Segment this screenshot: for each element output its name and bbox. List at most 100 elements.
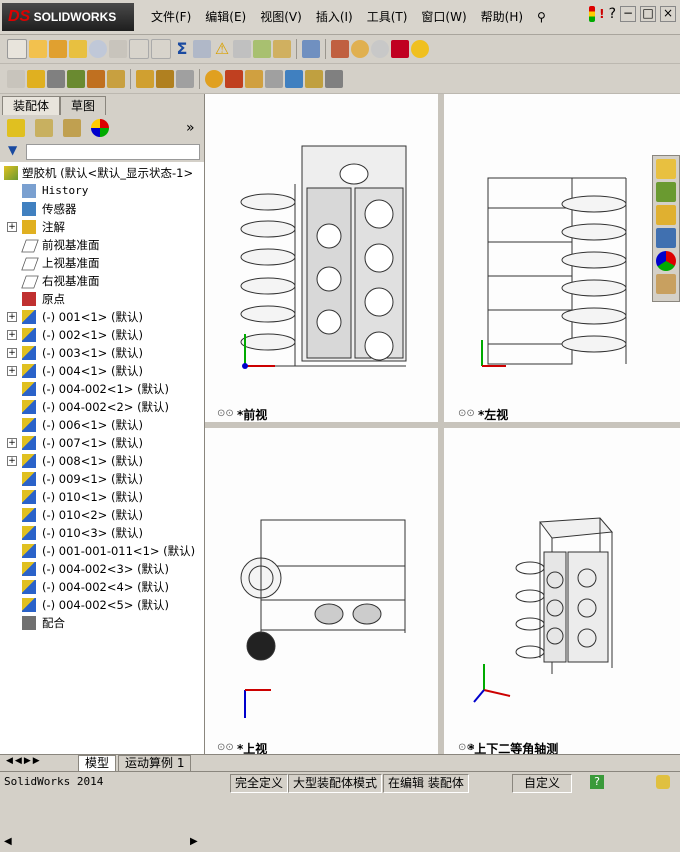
expand-icon[interactable]: + — [7, 456, 17, 466]
units-button[interactable]: 自定义 — [512, 774, 572, 793]
expand-icon[interactable]: + — [7, 348, 17, 358]
confirm-icon[interactable] — [371, 39, 389, 58]
feature-manager-icon[interactable] — [7, 119, 25, 137]
file-explorer-icon[interactable] — [656, 228, 676, 248]
tree-root[interactable]: 塑胶机 (默认<默认_显示状态-1> — [0, 164, 204, 182]
tree-item[interactable]: + (-) 001<1> (默认) — [0, 308, 204, 326]
move-component-icon[interactable] — [107, 69, 125, 88]
chevron-right-icon[interactable]: » — [186, 120, 195, 136]
checkbox-icon[interactable] — [129, 38, 149, 59]
tree-item[interactable]: (-) 004-002<4> (默认) — [0, 578, 204, 596]
tab-motion-study[interactable]: 运动算例 1 — [118, 755, 192, 772]
scroll-right-icon[interactable]: ▶ — [190, 836, 198, 847]
lock-icon[interactable] — [109, 39, 127, 58]
expand-icon[interactable]: + — [7, 222, 17, 232]
tree-item[interactable]: 传感器 — [0, 200, 204, 218]
appearances-icon[interactable] — [656, 251, 676, 271]
close-button[interactable]: × — [660, 6, 676, 22]
measure-icon[interactable] — [89, 39, 107, 58]
tree-item[interactable]: + (-) 008<1> (默认) — [0, 452, 204, 470]
expand-icon[interactable]: + — [7, 438, 17, 448]
rebuild-icon[interactable] — [656, 775, 670, 789]
tab-sketch[interactable]: 草图 — [60, 96, 107, 115]
smart-fasteners-icon[interactable] — [87, 69, 105, 88]
sensor-icon[interactable] — [273, 39, 291, 58]
tree-item[interactable]: 前视基准面 — [0, 236, 204, 254]
restore-button[interactable]: □ — [640, 6, 656, 22]
tree-item[interactable]: 配合 — [0, 614, 204, 632]
snapshot-icon[interactable] — [325, 69, 343, 88]
warning-icon[interactable]: ⚠ — [213, 39, 231, 58]
tree-item[interactable]: + (-) 004<1> (默认) — [0, 362, 204, 380]
spellcheck-icon[interactable] — [7, 38, 27, 59]
tree-item[interactable]: 上视基准面 — [0, 254, 204, 272]
minimize-button[interactable]: − — [620, 6, 636, 22]
menu-view[interactable]: 视图(V) — [253, 0, 309, 34]
insert-component-icon[interactable] — [7, 69, 25, 88]
resources-icon[interactable] — [656, 182, 676, 202]
tree-item[interactable]: + (-) 003<1> (默认) — [0, 344, 204, 362]
viewport-front[interactable]: ⊙⊙ *前视 — [205, 94, 438, 422]
property-manager-icon[interactable] — [35, 119, 53, 137]
alert-icon[interactable]: ! — [599, 7, 604, 21]
menu-window[interactable]: 窗口(W) — [414, 0, 473, 34]
tree-item[interactable]: (-) 004-002<1> (默认) — [0, 380, 204, 398]
format-painter-icon[interactable] — [29, 39, 47, 58]
help-icon[interactable]: ? — [590, 775, 604, 789]
tree-item[interactable]: (-) 006<1> (默认) — [0, 416, 204, 434]
menu-insert[interactable]: 插入(I) — [309, 0, 360, 34]
menu-file[interactable]: 文件(F) — [144, 0, 198, 34]
mate-icon[interactable] — [47, 69, 65, 88]
balloon-icon[interactable] — [49, 39, 67, 58]
tree-item[interactable]: (-) 010<3> (默认) — [0, 524, 204, 542]
tree-item[interactable]: + (-) 002<1> (默认) — [0, 326, 204, 344]
mass-properties-icon[interactable] — [193, 39, 211, 58]
smart-dimension-icon[interactable] — [69, 39, 87, 58]
pin-icon[interactable]: ⚲ — [530, 0, 553, 34]
display-manager-icon[interactable] — [91, 119, 109, 137]
expand-icon[interactable]: + — [7, 312, 17, 322]
show-hidden-icon[interactable] — [136, 69, 154, 88]
menu-help[interactable]: 帮助(H) — [474, 0, 530, 34]
tree-item[interactable]: (-) 009<1> (默认) — [0, 470, 204, 488]
tree-item[interactable]: + (-) 007<1> (默认) — [0, 434, 204, 452]
left-scrollbar[interactable]: ◀ ▶ — [0, 834, 204, 852]
sum-icon[interactable]: Σ — [173, 39, 191, 58]
reference-geometry-icon[interactable] — [176, 69, 194, 88]
tree-item[interactable]: (-) 010<2> (默认) — [0, 506, 204, 524]
filter-input[interactable] — [26, 144, 200, 160]
instant3d-icon[interactable] — [285, 69, 303, 88]
tab-assembly[interactable]: 装配体 — [2, 96, 61, 115]
scroll-left-icon[interactable]: ◀ — [4, 836, 12, 847]
solidworks-logo[interactable]: DS SOLIDWORKS — [2, 3, 134, 31]
vertical-splitter[interactable] — [438, 94, 444, 758]
folder-icon[interactable] — [656, 205, 676, 225]
tab-model[interactable]: 模型 — [78, 755, 117, 772]
explode-line-icon[interactable] — [265, 69, 283, 88]
interference-icon[interactable] — [253, 39, 271, 58]
tree-item[interactable]: (-) 010<1> (默认) — [0, 488, 204, 506]
speedpak-icon[interactable] — [305, 69, 323, 88]
tree-item[interactable]: (-) 004-002<5> (默认) — [0, 596, 204, 614]
new-motion-study-icon[interactable] — [205, 69, 223, 88]
custom-properties-icon[interactable] — [656, 274, 676, 294]
assembly-features-icon[interactable] — [156, 69, 174, 88]
tree-item[interactable]: 右视基准面 — [0, 272, 204, 290]
table-icon[interactable] — [302, 39, 320, 58]
viewport-left[interactable]: ⊙⊙ *左视 — [444, 94, 680, 422]
color-icon[interactable] — [391, 39, 409, 58]
viewport-isometric[interactable]: ⊙⊙ *上下二等角轴测 — [444, 428, 680, 758]
expand-icon[interactable]: + — [7, 366, 17, 376]
filter-icon[interactable]: ▼ — [8, 143, 17, 157]
new-part-icon[interactable] — [27, 69, 45, 88]
expand-icon[interactable]: + — [7, 330, 17, 340]
viewport-top[interactable]: ⊙⊙ *上视 — [205, 428, 438, 758]
settings-icon[interactable] — [351, 39, 369, 58]
menu-tools[interactable]: 工具(T) — [360, 0, 415, 34]
graphics-area[interactable]: − ❐ × — [205, 94, 680, 758]
home-icon[interactable] — [656, 159, 676, 179]
check-icon[interactable] — [151, 38, 171, 59]
tree-item[interactable]: (-) 001-001-011<1> (默认) — [0, 542, 204, 560]
tree-item[interactable]: (-) 004-002<3> (默认) — [0, 560, 204, 578]
exploded-view-icon[interactable] — [245, 69, 263, 88]
